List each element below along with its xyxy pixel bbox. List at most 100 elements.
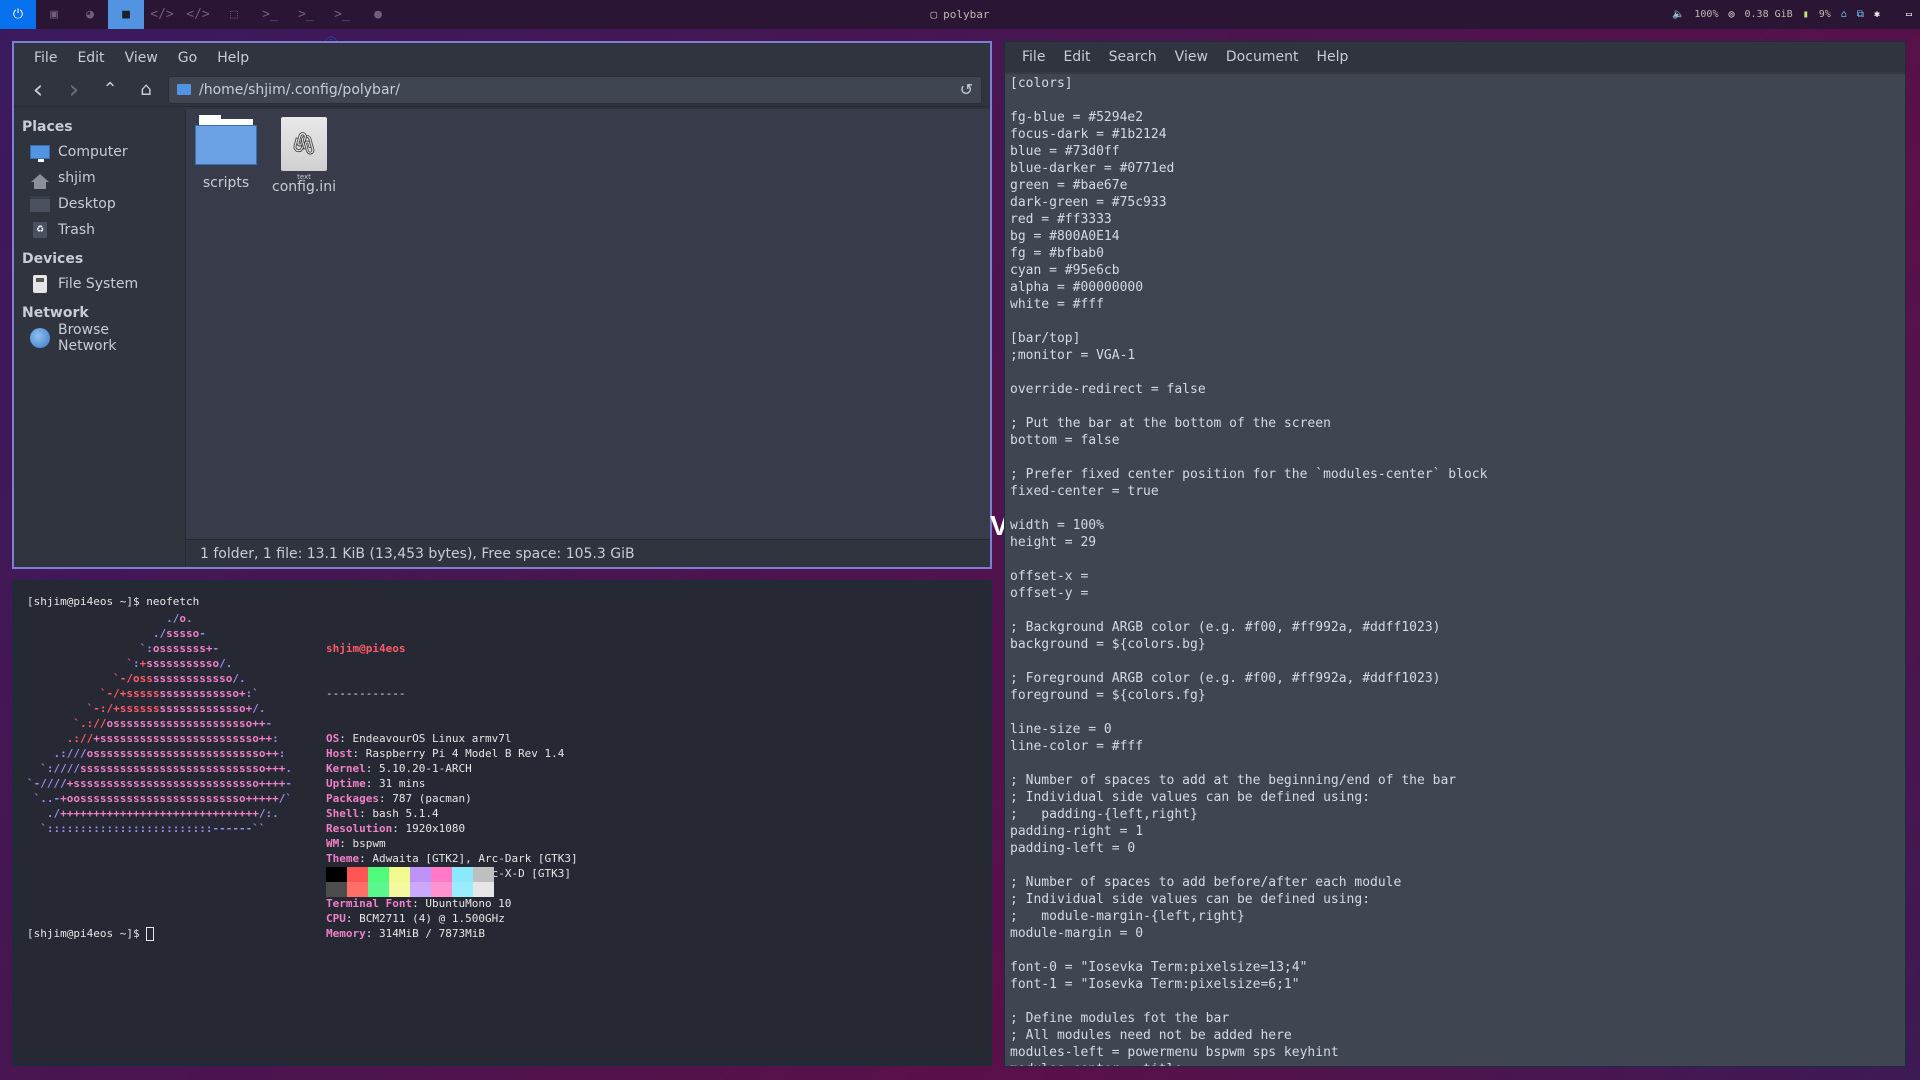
sidebar-item-trash[interactable]: ♻ Trash bbox=[14, 217, 185, 243]
folder-icon bbox=[177, 84, 191, 95]
ed-menu-search[interactable]: Search bbox=[1100, 49, 1166, 65]
ed-menu-edit[interactable]: Edit bbox=[1054, 49, 1099, 65]
terminal-prompt-icon[interactable]: >_ bbox=[288, 0, 324, 29]
editor-line: bottom = false bbox=[1010, 433, 1120, 448]
editor-line: fg-blue = #5294e2 bbox=[1010, 110, 1144, 125]
fm-body: Places Computer shjim Desktop ♻ Trash Dev… bbox=[14, 109, 990, 567]
sidebar-item-browse-network[interactable]: Browse Network bbox=[14, 322, 185, 354]
fm-menu-file[interactable]: File bbox=[24, 50, 67, 66]
sidebar-item-label: Desktop bbox=[58, 196, 116, 212]
prompt-line-active[interactable]: [shjim@pi4eos ~]$ bbox=[27, 927, 155, 941]
editor-line: bg = #800A0E14 bbox=[1010, 229, 1120, 244]
chevron-right-icon: › bbox=[68, 74, 80, 105]
volume-icon[interactable]: 🔈 bbox=[1672, 9, 1684, 20]
terminal-icon[interactable]: ▣ bbox=[36, 0, 72, 29]
computer-icon bbox=[30, 145, 50, 162]
firefox-icon[interactable]: ◕ bbox=[72, 0, 108, 29]
ed-menu-help[interactable]: Help bbox=[1307, 49, 1357, 65]
copy-icon[interactable]: ⧉ bbox=[1857, 9, 1864, 20]
fm-menu-go[interactable]: Go bbox=[168, 50, 207, 66]
file-item-scripts[interactable]: scripts bbox=[194, 115, 258, 195]
color-swatch bbox=[452, 882, 473, 897]
logo-line: `-////+ssssssssssssssssssssssssssso++++- bbox=[27, 777, 292, 790]
logo-line: ./o. bbox=[166, 612, 193, 625]
workspace-list: ⏻▣◕■</></>⬚>_>_>_●ⓘ bbox=[0, 0, 396, 52]
window-title: ▢ polybar bbox=[931, 0, 990, 29]
music-icon[interactable]: ● bbox=[360, 0, 396, 29]
editor-line: focus-dark = #1b2124 bbox=[1010, 127, 1167, 142]
window-title-text: polybar bbox=[943, 8, 990, 21]
info-key: CPU bbox=[326, 912, 346, 925]
color-swatch bbox=[326, 867, 347, 882]
fm-menu-edit[interactable]: Edit bbox=[67, 50, 114, 66]
info-row: Terminal Font: UbuntuMono 10 bbox=[326, 896, 578, 911]
trash-icon: ♻ bbox=[33, 222, 47, 238]
logo-line: `-:/+sssssssssssssssssso+/. bbox=[86, 702, 266, 715]
fm-menu-help[interactable]: Help bbox=[207, 50, 259, 66]
home-button[interactable]: ⌂ bbox=[132, 76, 160, 104]
sidebar-item-label: shjim bbox=[58, 170, 96, 186]
info-row: Host: Raspberry Pi 4 Model B Rev 1.4 bbox=[326, 746, 578, 761]
up-button[interactable]: ⌃ bbox=[96, 76, 124, 104]
fm-menu-view[interactable]: View bbox=[115, 50, 168, 66]
back-button[interactable]: ‹ bbox=[24, 75, 52, 105]
fm-content[interactable]: scripts 🖇 text config.ini 1 folder, 1 fil… bbox=[186, 109, 990, 567]
fm-toolbar: ‹ › ⌃ ⌂ /home/shjim/.config/polybar/ ↺ bbox=[14, 73, 990, 107]
color-swatch bbox=[347, 867, 368, 882]
color-swatch bbox=[389, 867, 410, 882]
info-row: Resolution: 1920x1080 bbox=[326, 821, 578, 836]
sidebar-item-computer[interactable]: Computer bbox=[14, 139, 185, 165]
fm-sidebar: Places Computer shjim Desktop ♻ Trash Dev… bbox=[14, 109, 186, 567]
sidebar-item-desktop[interactable]: Desktop bbox=[14, 191, 185, 217]
logo-line: .://+ssssssssssssssssssssssso++: bbox=[66, 732, 279, 745]
terminal-prompt-icon[interactable]: >_ bbox=[324, 0, 360, 29]
code-icon[interactable]: </> bbox=[180, 0, 216, 29]
file-item-config[interactable]: 🖇 text config.ini bbox=[272, 117, 336, 195]
info-value: : BCM2711 (4) @ 1.500GHz bbox=[345, 912, 505, 925]
info-key: Packages bbox=[326, 792, 379, 805]
location-bar[interactable]: /home/shjim/.config/polybar/ ↺ bbox=[168, 75, 982, 104]
color-swatch bbox=[368, 882, 389, 897]
editor-line: fixed-center = true bbox=[1010, 484, 1159, 499]
sidebar-item-home[interactable]: shjim bbox=[14, 165, 185, 191]
info-key: OS bbox=[326, 732, 340, 745]
folder-icon[interactable]: ■ bbox=[108, 0, 144, 29]
editor-line: line-size = 0 bbox=[1010, 722, 1112, 737]
info-key: Terminal Font bbox=[326, 897, 413, 910]
editor-line: ; Define modules fot the bar bbox=[1010, 1011, 1230, 1026]
terminal-prompt-icon[interactable]: >_ bbox=[252, 0, 288, 29]
info-key: Memory bbox=[326, 927, 366, 940]
forward-button[interactable]: › bbox=[60, 74, 88, 105]
code-icon[interactable]: </> bbox=[144, 0, 180, 29]
ed-menu-file[interactable]: File bbox=[1013, 49, 1054, 65]
ed-menu-document[interactable]: Document bbox=[1217, 49, 1308, 65]
color-swatch bbox=[347, 882, 368, 897]
editor-line: blue = #73d0ff bbox=[1010, 144, 1120, 159]
editor-line: padding-right = 1 bbox=[1010, 824, 1144, 839]
reload-icon[interactable]: ↺ bbox=[960, 80, 973, 99]
screenshot-icon[interactable]: ⬚ bbox=[216, 0, 252, 29]
editor-line: width = 100% bbox=[1010, 518, 1104, 533]
ed-menu-view[interactable]: View bbox=[1166, 49, 1217, 65]
color-swatch bbox=[452, 867, 473, 882]
wifi-icon[interactable]: ⌂ bbox=[1841, 9, 1847, 20]
sidebar-item-filesystem[interactable]: File System bbox=[14, 271, 185, 297]
power-icon[interactable]: ⏻ bbox=[0, 0, 36, 29]
text-file-icon: 🖇 text bbox=[281, 117, 327, 181]
terminal-window[interactable]: [shjim@pi4eos ~]$ neofetch ./o. ./sssso-… bbox=[12, 580, 992, 1066]
editor-line: ;monitor = VGA-1 bbox=[1010, 348, 1136, 363]
info-key: WM bbox=[326, 837, 340, 850]
editor-line: green = #bae67e bbox=[1010, 178, 1128, 193]
bluetooth-icon[interactable]: ✱ bbox=[1874, 9, 1880, 20]
desktop-icon bbox=[30, 196, 50, 212]
info-row: Kernel: 5.10.20-1-ARCH bbox=[326, 761, 578, 776]
info-key: Theme bbox=[326, 852, 360, 865]
editor-text-area[interactable]: [colors] fg-blue = #5294e2 focus-dark = #… bbox=[1005, 72, 1905, 1066]
screen-icon[interactable]: ▭ bbox=[1906, 9, 1912, 20]
location-path[interactable]: /home/shjim/.config/polybar/ bbox=[199, 82, 952, 98]
